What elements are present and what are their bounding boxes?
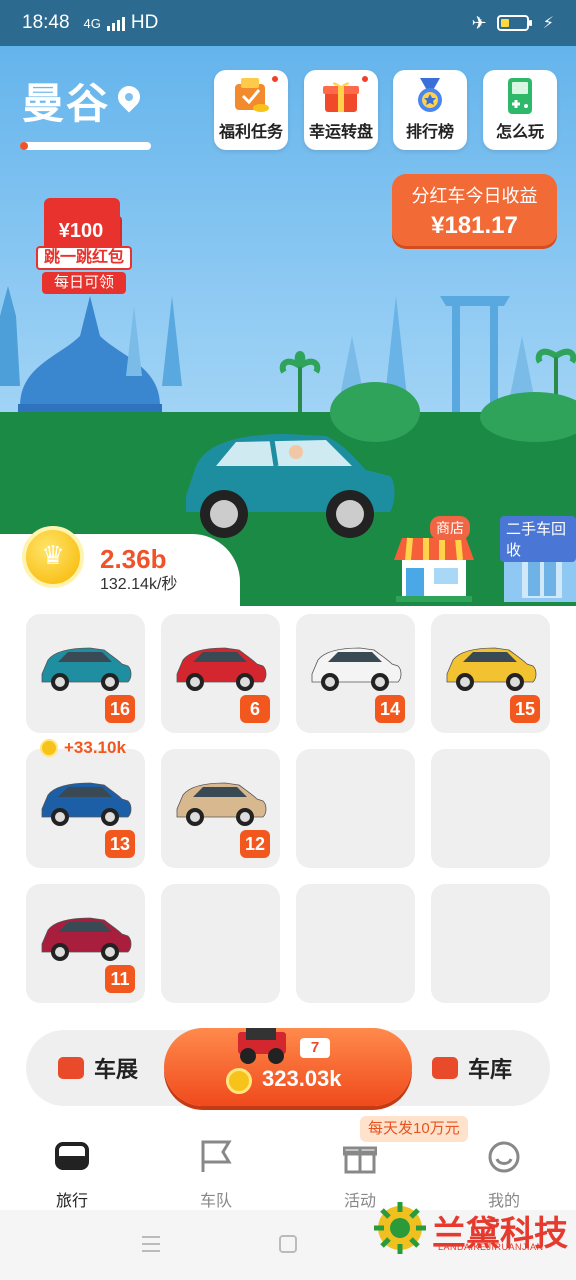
car-icon [311,647,402,691]
gift-task-icon [235,78,269,112]
journey-progress-fill [20,142,28,150]
lucky-wheel-button[interactable]: 幸运转盘 [304,70,378,150]
vibrate-icon: ✈ [471,12,487,33]
car-level-badge: 11 [105,965,135,993]
parking-slot[interactable]: 13 [26,749,145,868]
car-show-button[interactable]: 车展 [58,1052,138,1084]
car-level-badge: 15 [510,695,540,723]
garage-icon [432,1057,458,1079]
car-icon [176,647,267,691]
journey-progress [20,142,151,150]
car-level-badge: 13 [105,830,135,858]
leaderboard-label: 排行榜 [405,124,454,141]
redpacket-amount: ¥100 [58,220,104,242]
car-level-badge: 12 [240,830,270,858]
home-icon[interactable] [278,1234,298,1254]
player-car [186,434,395,538]
hd-label: HD [130,12,159,33]
store-label[interactable]: 商店 [430,516,470,540]
coin-rate: 132.14k/秒 [100,576,178,593]
daily-redpacket[interactable]: ¥100 跳一跳红包 每日可领 [36,198,132,298]
leaderboard-button[interactable]: 排行榜 [393,70,467,150]
car-icon [41,782,132,826]
car-front-icon [55,1142,89,1170]
status-bar: 18:48 4G HD ✈ ⚡ [0,0,576,46]
nav-team[interactable]: 车队 [166,1140,266,1211]
dividend-earnings-card[interactable]: 分红车今日收益 ¥181.17 [392,174,557,246]
car-level-badge: 14 [375,695,405,723]
watermark-logo [374,1202,426,1254]
car-level-badge: 6 [240,695,270,723]
parking-slot[interactable] [431,884,550,1003]
how-to-play-label: 怎么玩 [495,124,544,141]
parking-slot[interactable]: 15 [431,614,550,733]
gift-box-icon [323,82,359,112]
lucky-wheel-label: 幸运转盘 [308,124,373,141]
welfare-task-label: 福利任务 [218,124,283,141]
redpacket-subtitle: 每日可领 [42,272,126,294]
menu-icon[interactable] [140,1234,162,1254]
nav-mine[interactable]: 我的 [454,1140,554,1211]
parking-slot[interactable]: 6 [161,614,280,733]
redpacket-title: 跳一跳红包 [36,246,132,270]
charging-icon: ⚡ [542,15,554,32]
parking-slot[interactable] [296,884,415,1003]
parking-slot[interactable]: 11 [26,884,145,1003]
signal-icon [106,15,125,31]
location-pin-icon [113,81,145,113]
garage-label: 车库 [468,1057,513,1082]
recycle-label[interactable]: 二手车回收 [500,516,576,562]
buy-car-button[interactable]: 7 323.03k [164,1028,412,1106]
car-icon [41,917,132,961]
how-to-play-button[interactable]: 怎么玩 [483,70,557,150]
city-name[interactable]: 曼谷 [22,70,110,131]
travel-scene: 曼谷 福利任务 幸运转盘 排行榜 怎么玩 分红车今日收益 ¥181.17 ¥10… [0,46,576,606]
parking-slot[interactable] [296,749,415,868]
coin-icon [40,739,58,757]
battery-icon [496,15,532,31]
buy-car-level: 7 [300,1038,330,1058]
buy-car-price: 323.03k [262,1066,342,1091]
smile-icon [488,1141,520,1173]
parking-slot[interactable] [161,884,280,1003]
income-bonus: +33.10k [40,738,126,758]
car-show-label: 车展 [94,1057,139,1082]
car-icon [446,647,537,691]
watermark-subtitle: LANDAIKEJIRUANJIAN [438,1242,544,1252]
coin-icon [226,1068,252,1094]
network-type: 4G [83,15,101,31]
dividend-amount: ¥181.17 [431,212,518,239]
garage-button[interactable]: 车库 [432,1052,512,1084]
car-icon [41,647,132,691]
parking-slot[interactable]: 16 [26,614,145,733]
nav-travel-label: 旅行 [55,1193,88,1210]
crown-coin-icon [22,526,84,588]
parking-slot[interactable]: 12 [161,749,280,868]
flag-icon [201,1140,232,1172]
parking-slot[interactable]: 14 [296,614,415,733]
notification-dot [270,74,280,84]
car-show-icon [58,1057,84,1079]
gift-icon [342,1146,378,1174]
nav-team-label: 车队 [199,1193,232,1210]
dividend-title: 分红车今日收益 [411,186,538,206]
parking-slot[interactable] [431,749,550,868]
nav-travel[interactable]: 旅行 [22,1140,122,1211]
clock: 18:48 [22,12,70,33]
notification-dot [360,74,370,84]
income-bonus-value: +33.10k [64,738,126,757]
bottom-nav: 旅行 车队 活动 我的 [0,1126,576,1210]
store-building[interactable] [394,532,474,602]
car-level-badge: 16 [105,695,135,723]
welfare-task-button[interactable]: 福利任务 [214,70,288,150]
jeep-icon [238,1028,286,1064]
game-console-icon [508,78,532,114]
medal-icon [418,78,442,112]
car-icon [176,782,267,826]
